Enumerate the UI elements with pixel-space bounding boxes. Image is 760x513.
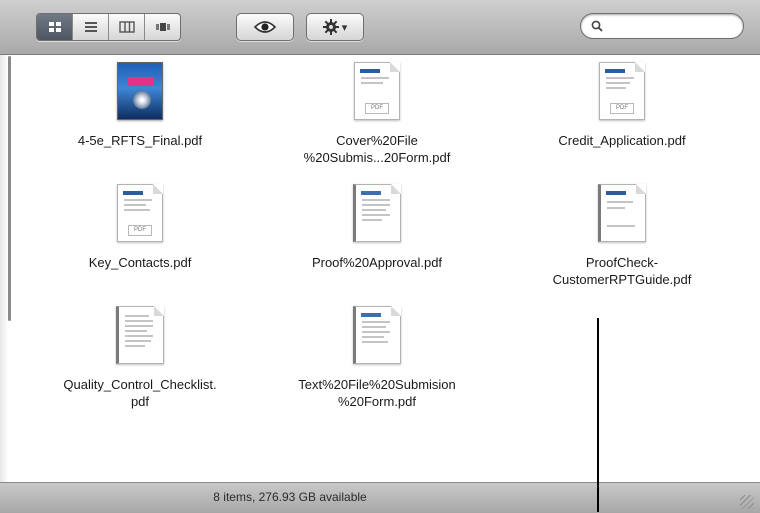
sidebar-edge <box>0 55 8 482</box>
view-mode-segmented-control <box>36 13 181 41</box>
action-menu-button[interactable]: ▾ <box>306 13 364 41</box>
search-field[interactable] <box>580 13 744 39</box>
gear-icon <box>322 19 339 35</box>
file-item[interactable]: PDF Key_Contacts.pdf <box>20 184 260 271</box>
column-view-icon <box>118 21 135 33</box>
quick-look-button[interactable] <box>236 13 294 41</box>
spiral-document-icon <box>116 306 164 364</box>
pdf-document-icon: PDF <box>354 62 400 120</box>
search-icon <box>591 20 603 32</box>
scrollbar[interactable] <box>8 56 11 321</box>
file-item[interactable]: 4-5e_RFTS_Final.pdf <box>20 62 260 149</box>
file-item[interactable]: Text%20File%20Submision %20Form.pdf <box>257 306 497 410</box>
pdf-document-icon: PDF <box>117 184 163 242</box>
pdf-document-icon: PDF <box>599 62 645 120</box>
icon-view-icon <box>48 22 61 32</box>
search-input[interactable] <box>607 15 731 37</box>
file-item[interactable]: ProofCheck- CustomerRPTGuide.pdf <box>502 184 742 288</box>
spiral-document-icon <box>353 184 401 242</box>
file-item[interactable]: PDF Credit_Application.pdf <box>502 62 742 149</box>
file-item[interactable]: PDF Cover%20File %20Submis...20Form.pdf <box>257 62 497 166</box>
coverflow-view-icon <box>155 23 170 31</box>
file-name: Proof%20Approval.pdf <box>311 255 443 270</box>
file-name: ProofCheck- CustomerRPTGuide.pdf <box>552 255 692 287</box>
file-name: Cover%20File %20Submis...20Form.pdf <box>303 133 451 165</box>
coverflow-view-button[interactable] <box>145 14 180 40</box>
file-name: Key_Contacts.pdf <box>88 255 192 270</box>
chevron-down-icon: ▾ <box>341 21 348 34</box>
cover-pdf-icon <box>117 62 163 120</box>
file-item[interactable]: Proof%20Approval.pdf <box>257 184 497 271</box>
status-text: 8 items, 276.93 GB available <box>213 490 367 504</box>
file-name: Credit_Application.pdf <box>558 133 686 148</box>
column-view-button[interactable] <box>109 14 145 40</box>
callout-line <box>597 318 599 512</box>
resize-grip[interactable] <box>740 495 754 509</box>
status-bar: 8 items, 276.93 GB available <box>0 482 760 513</box>
file-name: Text%20File%20Submision %20Form.pdf <box>298 377 456 409</box>
file-name: 4-5e_RFTS_Final.pdf <box>77 133 203 148</box>
file-item[interactable]: Quality_Control_Checklist. pdf <box>20 306 260 410</box>
icon-view-button[interactable] <box>37 14 73 40</box>
eye-icon <box>254 21 276 33</box>
spiral-document-icon <box>598 184 646 242</box>
list-view-button[interactable] <box>73 14 109 40</box>
finder-toolbar: ▾ <box>0 0 760 55</box>
spiral-document-icon <box>353 306 401 364</box>
list-view-icon <box>84 22 97 32</box>
file-name: Quality_Control_Checklist. pdf <box>63 377 217 409</box>
